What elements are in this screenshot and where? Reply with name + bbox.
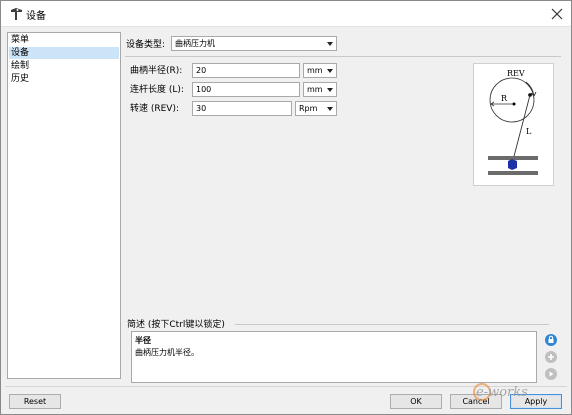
ok-button[interactable]: OK <box>390 394 442 409</box>
rev-label: REV <box>507 69 525 78</box>
rod-length-input[interactable] <box>192 82 300 97</box>
sidebar-item-history[interactable]: 历史 <box>11 73 29 85</box>
device-type-value: 曲柄压力机 <box>175 39 215 48</box>
speed-unit-select[interactable]: Rpm <box>295 101 337 116</box>
rod-length-label: 连杆长度 (L): <box>130 85 184 95</box>
device-type-select[interactable]: 曲柄压力机 <box>171 36 337 51</box>
sidebar-item-device[interactable]: 设备 <box>9 47 119 59</box>
reset-button[interactable]: Reset <box>9 394 61 409</box>
section-divider <box>125 56 561 57</box>
speed-label: 转速 (REV): <box>130 104 180 114</box>
window-title: 设备 <box>26 11 46 22</box>
description-text: 曲柄压力机半径。 <box>135 348 199 357</box>
rod-length-unit: mm <box>307 85 323 94</box>
speed-input[interactable] <box>192 101 292 116</box>
crank-radius-label: 曲柄半径(R): <box>130 66 183 76</box>
crank-radius-unit-select[interactable]: mm <box>303 63 337 78</box>
device-settings-panel: 设备类型: 曲柄压力机 曲柄半径(R): mm 连杆长度 (L): mm 转速 … <box>125 31 561 383</box>
link-length-label: L <box>526 127 532 136</box>
chevron-down-icon <box>327 107 333 111</box>
close-icon[interactable] <box>547 4 567 24</box>
chevron-down-icon <box>327 69 333 73</box>
chevron-down-icon <box>327 88 333 92</box>
description-divider <box>235 324 549 325</box>
device-type-label: 设备类型: <box>126 40 166 50</box>
chevron-down-icon <box>327 42 333 46</box>
lock-icon[interactable] <box>545 334 557 346</box>
watermark-logo: e-works <box>473 383 528 401</box>
speed-unit: Rpm <box>299 104 318 113</box>
description-heading: 半径 <box>135 336 151 345</box>
crank-radius-input[interactable] <box>192 63 300 78</box>
radius-label: R <box>501 94 508 103</box>
description-group: 简述 (按下Ctrl键以锁定) 半径 曲柄压力机半径。 <box>125 315 549 383</box>
sidebar-item-draw[interactable]: 绘制 <box>11 60 29 72</box>
tool-icon <box>11 8 22 20</box>
settings-dialog: 设备 菜单 设备 绘制 历史 设备类型: 曲柄压力机 曲柄半径(R): mm 连… <box>0 0 572 415</box>
crank-press-diagram: REV R L <box>473 63 554 186</box>
rod-length-unit-select[interactable]: mm <box>303 82 337 97</box>
description-title: 简述 (按下Ctrl键以锁定) <box>127 317 228 330</box>
title-bar[interactable]: 设备 <box>1 1 571 27</box>
watermark-text: e-works <box>476 385 528 400</box>
category-list[interactable]: 菜单 设备 绘制 历史 <box>7 32 121 379</box>
crank-press-illustration: REV R L <box>488 69 538 175</box>
add-icon[interactable] <box>545 351 557 363</box>
sidebar-item-menu[interactable]: 菜单 <box>11 34 29 46</box>
crank-radius-unit: mm <box>307 66 323 75</box>
